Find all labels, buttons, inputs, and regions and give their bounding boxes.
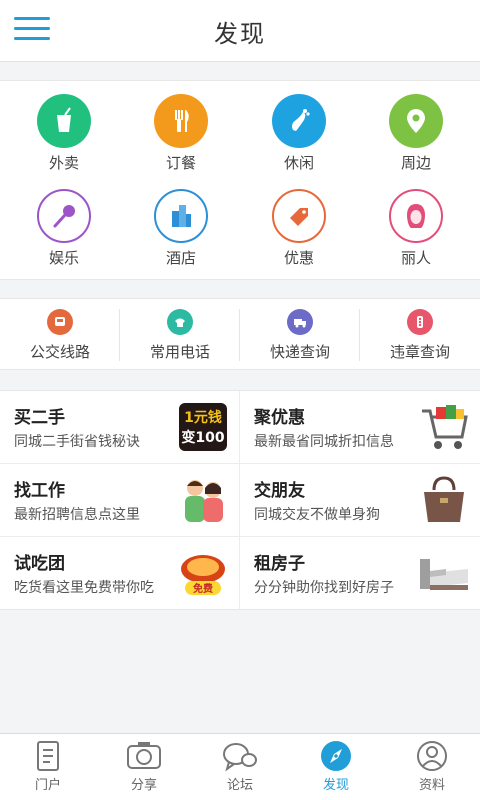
category-label: 休闲 [283,154,314,172]
category-label: 酒店 [165,249,196,267]
tab-portal[interactable]: 门户 [0,734,96,800]
utility-label: 公交线路 [29,343,90,361]
utility-express[interactable]: 快递查询 [240,299,360,371]
category-label: 娱乐 [48,249,79,267]
location-pin-icon [389,94,443,148]
handbag-image [416,474,472,526]
card-subtitle: 分分钟助你找到好房子 [254,580,394,596]
tab-label: 门户 [34,778,61,793]
tab-discover[interactable]: 发现 [288,734,384,800]
service-cards: 买二手 同城二手街省钱秘诀 1元钱 变100 聚优惠 最新最省同城折扣信息 找工… [0,390,480,610]
category-label: 丽人 [400,249,431,267]
utility-phone[interactable]: 常用电话 [120,299,240,371]
profile-icon [417,741,447,771]
foot-icon [272,94,326,148]
category-label: 外卖 [48,154,79,172]
card-title: 交朋友 [254,481,305,501]
bottom-tab-bar: 门户 分享 论坛 发现 资料 [0,733,480,800]
card-title: 买二手 [14,408,65,428]
document-icon [37,741,59,771]
card-subtitle: 最新最省同城折扣信息 [254,434,394,450]
truck-icon [287,309,313,335]
card-subtitle: 同城二手街省钱秘诀 [14,434,140,450]
tab-share[interactable]: 分享 [96,734,192,800]
card-find-job[interactable]: 找工作 最新招聘信息点这里 [0,464,240,537]
category-beauty[interactable]: 丽人 [356,189,476,279]
utility-label: 常用电话 [149,343,210,361]
utility-label: 违章查询 [389,343,450,361]
couple-image [175,474,231,526]
category-label: 订餐 [165,154,196,172]
tab-label: 分享 [130,778,157,793]
card-title: 找工作 [14,481,65,501]
tag-icon [272,189,326,243]
card-subtitle: 同城交友不做单身狗 [254,507,380,523]
category-label: 周边 [400,154,431,172]
chat-bubbles-icon [223,743,257,772]
bus-icon [47,309,73,335]
card-make-friends[interactable]: 交朋友 同城交友不做单身狗 [240,464,480,537]
utility-bus-route[interactable]: 公交线路 [0,299,120,371]
category-grid: 外卖 订餐 休闲 周边 娱乐 酒店 优惠 丽人 [0,80,480,280]
card-title: 试吃团 [14,554,65,574]
tab-label: 论坛 [226,778,253,793]
card-subtitle: 最新招聘信息点这里 [14,507,140,523]
utility-violation[interactable]: 违章查询 [360,299,480,371]
microphone-icon [37,189,91,243]
card-title: 聚优惠 [254,408,305,428]
camera-icon [127,742,161,769]
page-title: 发现 [214,20,266,48]
category-hotel[interactable]: 酒店 [121,189,241,279]
free-food-image: 免费 [175,547,231,599]
card-deals[interactable]: 聚优惠 最新最省同城折扣信息 [240,391,480,464]
category-label: 优惠 [283,249,314,267]
card-second-hand[interactable]: 买二手 同城二手街省钱秘诀 1元钱 变100 [0,391,240,464]
category-takeout[interactable]: 外卖 [4,94,124,184]
fork-knife-icon [154,94,208,148]
category-order-meal[interactable]: 订餐 [121,94,241,184]
badge-line1: 1元钱 [184,409,222,426]
category-leisure[interactable]: 休闲 [239,94,359,184]
phone-icon [167,309,193,335]
badge-line2: 变100 [181,429,224,446]
one-yuan-100-badge-image: 1元钱 变100 [175,401,231,453]
compass-icon [321,741,351,771]
category-discount[interactable]: 优惠 [239,189,359,279]
card-rent-house[interactable]: 租房子 分分钟助你找到好房子 [240,537,480,610]
woman-icon [389,189,443,243]
card-title: 租房子 [254,554,305,574]
free-badge: 免费 [193,582,213,595]
card-food-trial[interactable]: 试吃团 吃货看这里免费带你吃 免费 [0,537,240,610]
category-nearby[interactable]: 周边 [356,94,476,184]
tab-label: 发现 [322,778,349,793]
category-entertainment[interactable]: 娱乐 [4,189,124,279]
utility-bar: 公交线路 常用电话 快递查询 违章查询 [0,298,480,370]
shopping-cart-image [416,401,472,453]
building-icon [154,189,208,243]
tab-profile[interactable]: 资料 [384,734,480,800]
traffic-light-icon [407,309,433,335]
utility-label: 快递查询 [269,343,330,361]
bed-image [416,547,472,599]
drink-icon [37,94,91,148]
tab-label: 资料 [418,778,445,793]
top-bar: 发现 [0,0,480,62]
card-subtitle: 吃货看这里免费带你吃 [14,580,154,596]
tab-forum[interactable]: 论坛 [192,734,288,800]
